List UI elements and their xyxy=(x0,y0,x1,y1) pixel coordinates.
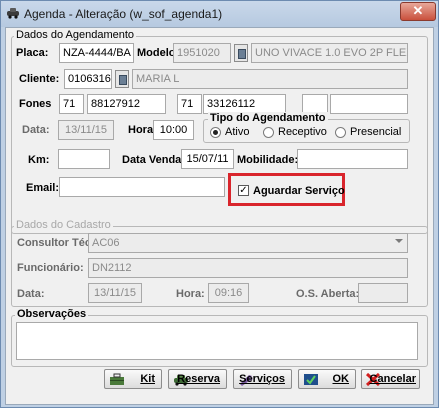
observacoes-textarea[interactable] xyxy=(16,322,418,360)
close-button[interactable]: ✕ xyxy=(400,2,436,21)
email-input[interactable] xyxy=(59,177,225,197)
reserva-label: Reserva xyxy=(177,373,220,385)
toolbox-icon xyxy=(110,373,124,385)
tipo-agendamento-legend: Tipo do Agendamento xyxy=(208,112,328,124)
tipo-ativo-label: Ativo xyxy=(225,126,250,138)
cliente-code-input[interactable]: 0106316 xyxy=(64,69,112,89)
cadastro-data-label: Data: xyxy=(17,288,45,300)
form-body: Dados do Agendamento Placa: NZA-4444/BA … xyxy=(5,27,434,405)
fone1-number-input[interactable]: 88127912 xyxy=(87,94,166,114)
os-aberta-label: O.S. Aberta: xyxy=(296,288,360,300)
tipo-receptivo-radio[interactable] xyxy=(263,127,274,138)
mobilidade-label: Mobilidade: xyxy=(237,154,299,166)
km-label: Km: xyxy=(28,154,50,166)
km-input[interactable] xyxy=(58,149,110,169)
fone3-ddd-input[interactable] xyxy=(302,94,328,114)
consultor-label: Consultor Téc.: xyxy=(17,237,98,249)
aguardar-servico-checkbox[interactable]: ✓ xyxy=(238,185,249,196)
data-venda-input[interactable]: 15/07/11 xyxy=(181,149,234,169)
cliente-name-input[interactable]: MARIA L xyxy=(132,69,408,89)
chevron-down-icon xyxy=(395,239,403,243)
fone2-ddd-input[interactable]: 71 xyxy=(177,94,202,114)
cadastro-data-input[interactable]: 13/11/15 xyxy=(88,283,142,303)
placa-input[interactable]: NZA-4444/BA xyxy=(59,43,134,63)
cancelar-label: Cancelar xyxy=(369,373,416,385)
hora-input[interactable]: 10:00 xyxy=(153,120,194,140)
tipo-receptivo-label: Receptivo xyxy=(278,126,327,138)
funcionario-input[interactable]: DN2112 xyxy=(88,258,408,278)
car-icon xyxy=(7,8,19,19)
ok-check-icon xyxy=(304,374,318,385)
data-label: Data: xyxy=(22,124,50,136)
fone1-ddd-input[interactable]: 71 xyxy=(59,94,84,114)
fone2-number-input[interactable]: 33126112 xyxy=(203,94,286,114)
tipo-ativo-radio[interactable] xyxy=(210,127,221,138)
app-window: Agenda - Alteração (w_sof_agenda1) ✕ Dad… xyxy=(0,0,439,408)
kit-label: Kit xyxy=(140,373,155,385)
fone3-number-input[interactable] xyxy=(330,94,408,114)
consultor-select[interactable]: AC06 xyxy=(88,233,408,253)
reserva-button[interactable]: Reserva xyxy=(168,369,227,389)
cliente-lookup-icon[interactable] xyxy=(115,70,129,88)
data-venda-label: Data Venda: xyxy=(122,154,185,166)
servicos-button[interactable]: Serviços xyxy=(233,369,292,389)
fones-label: Fones xyxy=(19,98,52,110)
placa-label: Placa: xyxy=(16,47,49,59)
consultor-value: AC06 xyxy=(92,237,120,249)
observacoes-legend: Observações xyxy=(15,308,89,320)
modelo-desc-input[interactable]: UNO VIVACE 1.0 EVO 2P FLEX xyxy=(251,43,408,63)
os-aberta-input[interactable] xyxy=(358,283,408,303)
title-bar: Agenda - Alteração (w_sof_agenda1) ✕ xyxy=(1,1,438,27)
window-title: Agenda - Alteração (w_sof_agenda1) xyxy=(24,7,223,21)
cliente-label: Cliente: xyxy=(19,73,60,85)
data-input[interactable]: 13/11/15 xyxy=(58,120,114,140)
tipo-presencial-radio[interactable] xyxy=(335,127,346,138)
modelo-code-input[interactable]: 1951020 xyxy=(173,43,231,63)
cancelar-button[interactable]: Cancelar xyxy=(361,369,420,389)
servicos-label: Serviços xyxy=(239,373,285,385)
kit-button[interactable]: Kit xyxy=(104,369,162,389)
funcionario-label: Funcionário: xyxy=(17,262,84,274)
email-label: Email: xyxy=(26,182,60,194)
ok-button[interactable]: OK xyxy=(298,369,356,389)
ok-label: OK xyxy=(332,373,350,385)
cadastro-hora-label: Hora: xyxy=(176,288,205,300)
modelo-lookup-icon[interactable] xyxy=(234,44,248,62)
mobilidade-input[interactable] xyxy=(297,149,408,169)
dados-cadastro-legend: Dados do Cadastro xyxy=(14,219,113,231)
cadastro-hora-input[interactable]: 09:16 xyxy=(208,283,249,303)
tipo-presencial-label: Presencial xyxy=(350,126,402,138)
dados-agendamento-legend: Dados do Agendamento xyxy=(14,29,137,41)
aguardar-servico-label: Aguardar Serviço xyxy=(253,185,345,197)
